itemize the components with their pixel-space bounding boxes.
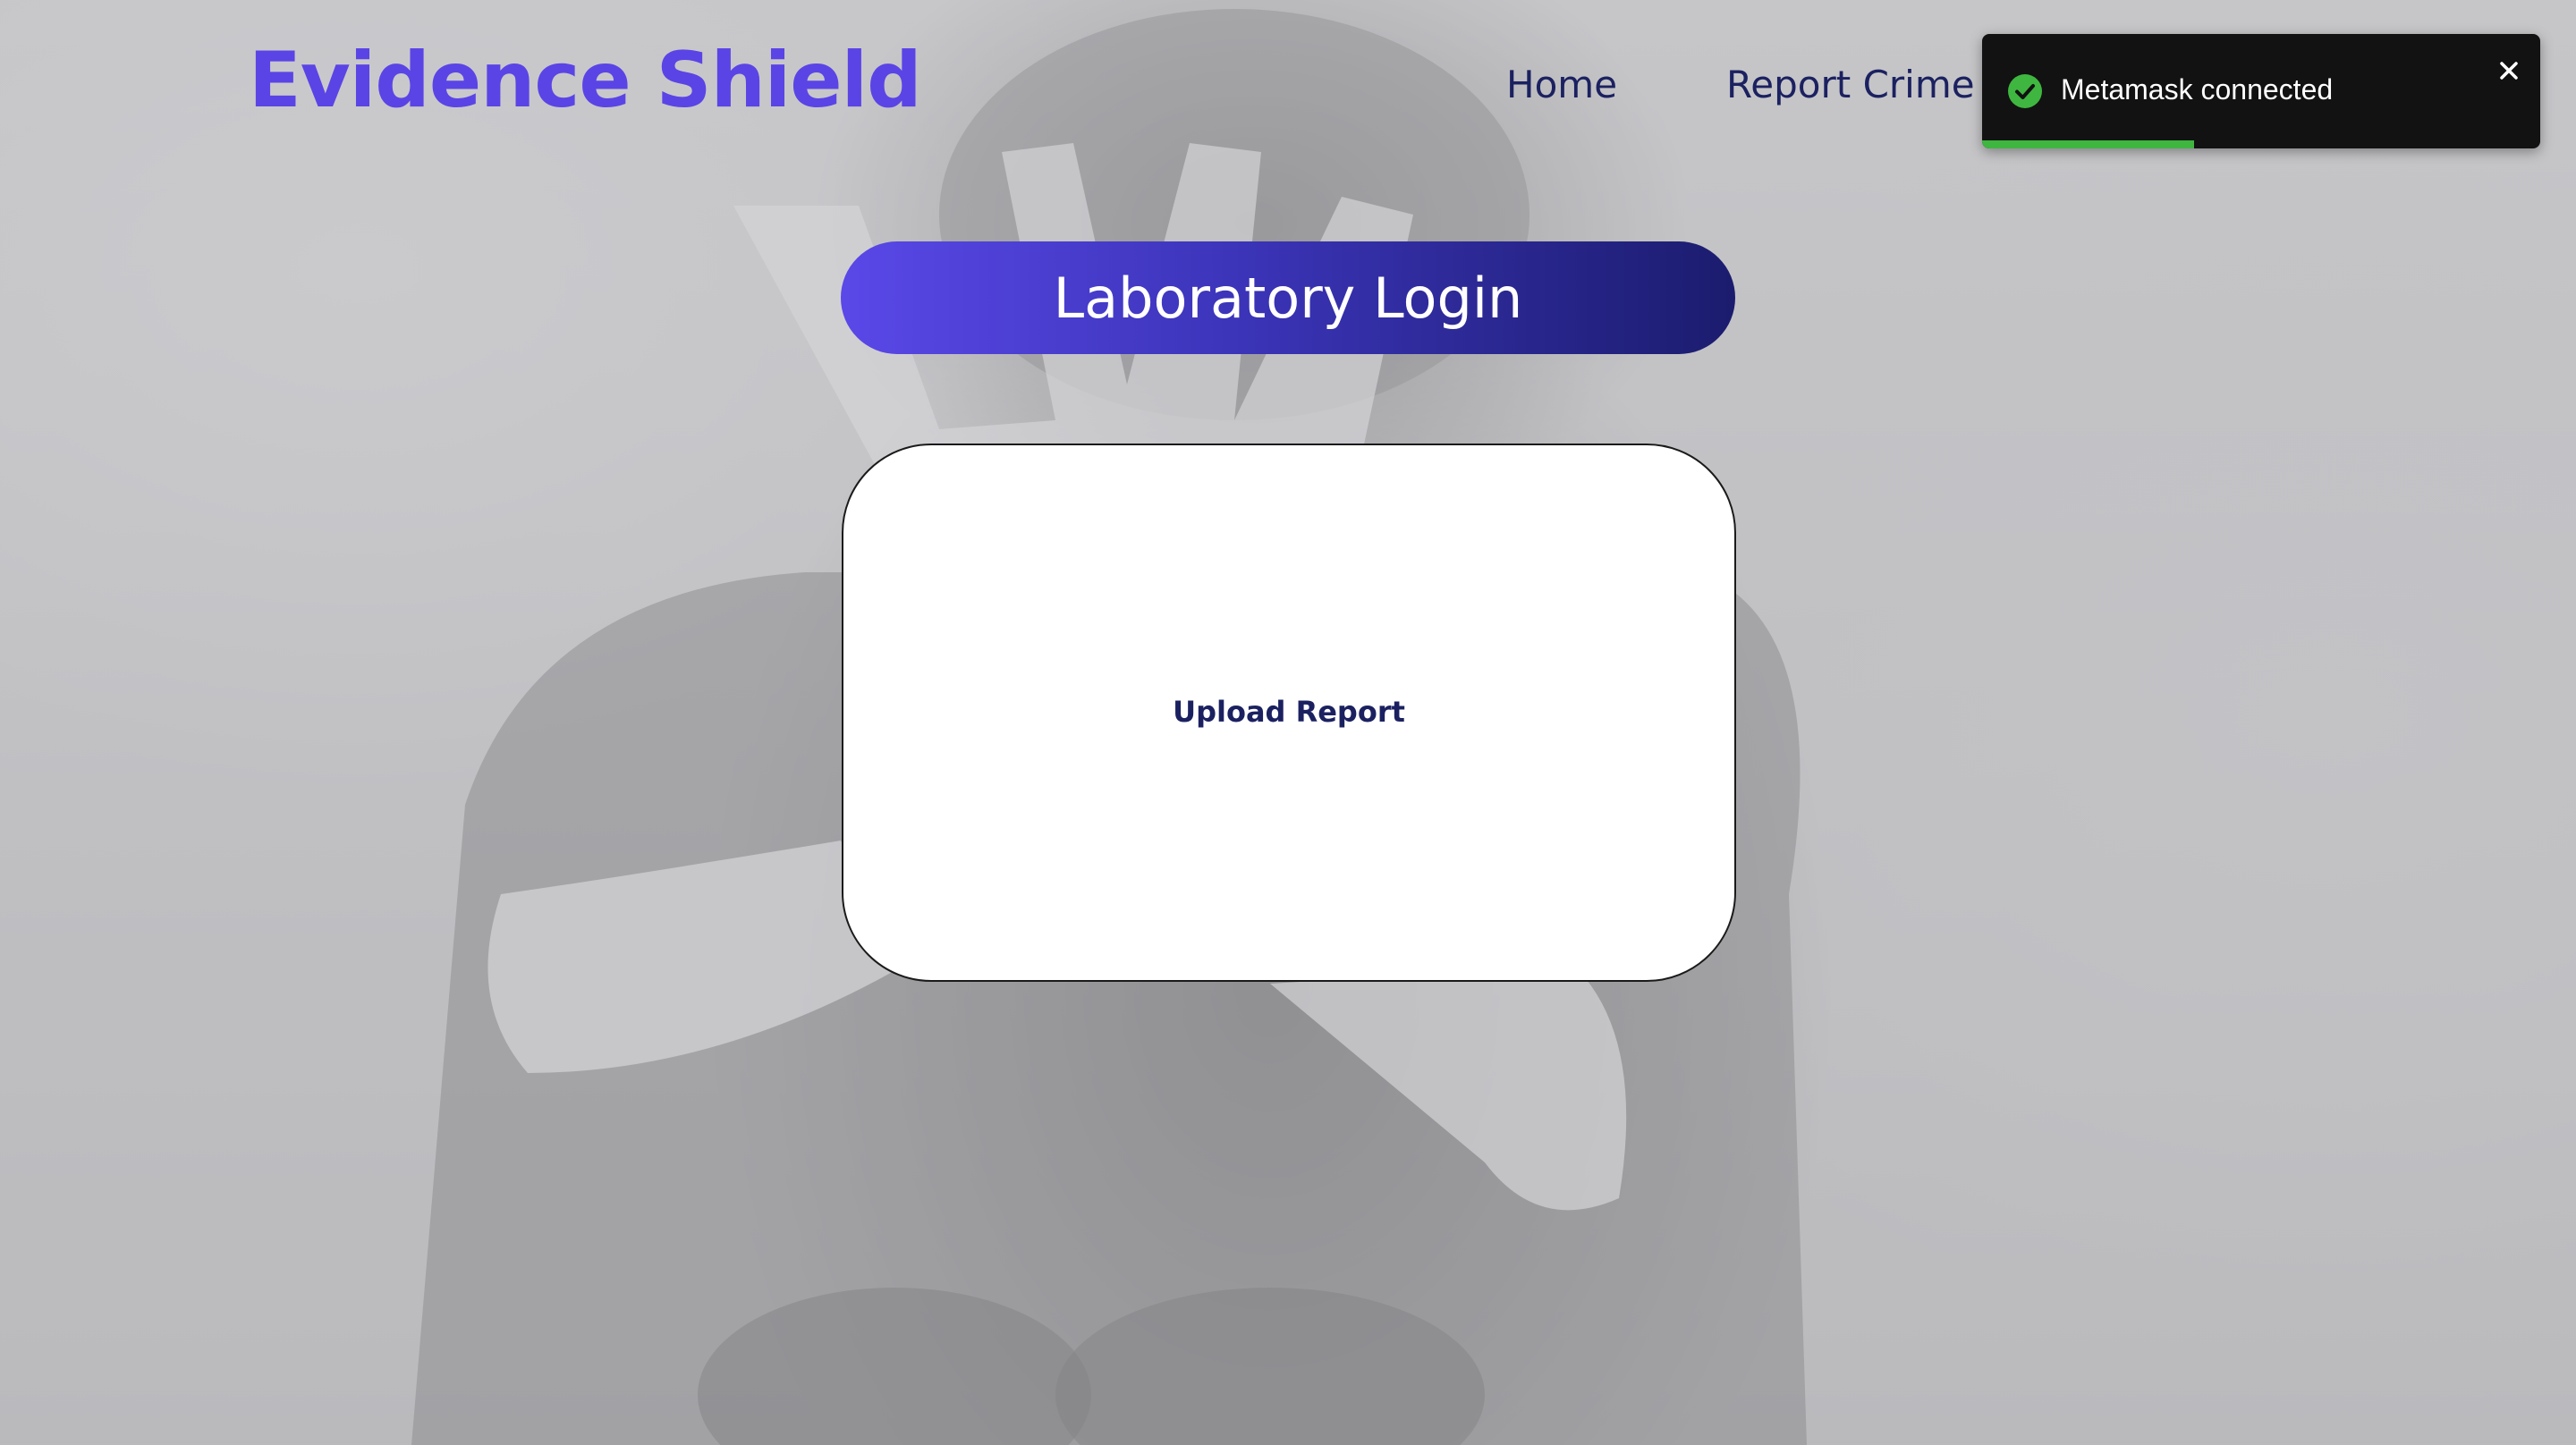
toast-message: Metamask connected — [2061, 73, 2334, 106]
page-title-banner: Laboratory Login — [841, 241, 1735, 354]
check-circle-icon — [2008, 74, 2042, 108]
brand-logo-text[interactable]: Evidence Shield — [249, 36, 922, 125]
close-icon[interactable] — [2494, 55, 2524, 86]
nav-home-link[interactable]: Home — [1506, 63, 1617, 106]
upload-report-button[interactable]: Upload Report — [1173, 695, 1405, 729]
page-title: Laboratory Login — [1053, 265, 1523, 331]
upload-card[interactable]: Upload Report — [842, 444, 1736, 982]
toast-notification: Metamask connected — [1982, 34, 2540, 148]
toast-progress-bar — [1982, 140, 2195, 148]
nav-report-crime-link[interactable]: Report Crime — [1726, 63, 1975, 106]
